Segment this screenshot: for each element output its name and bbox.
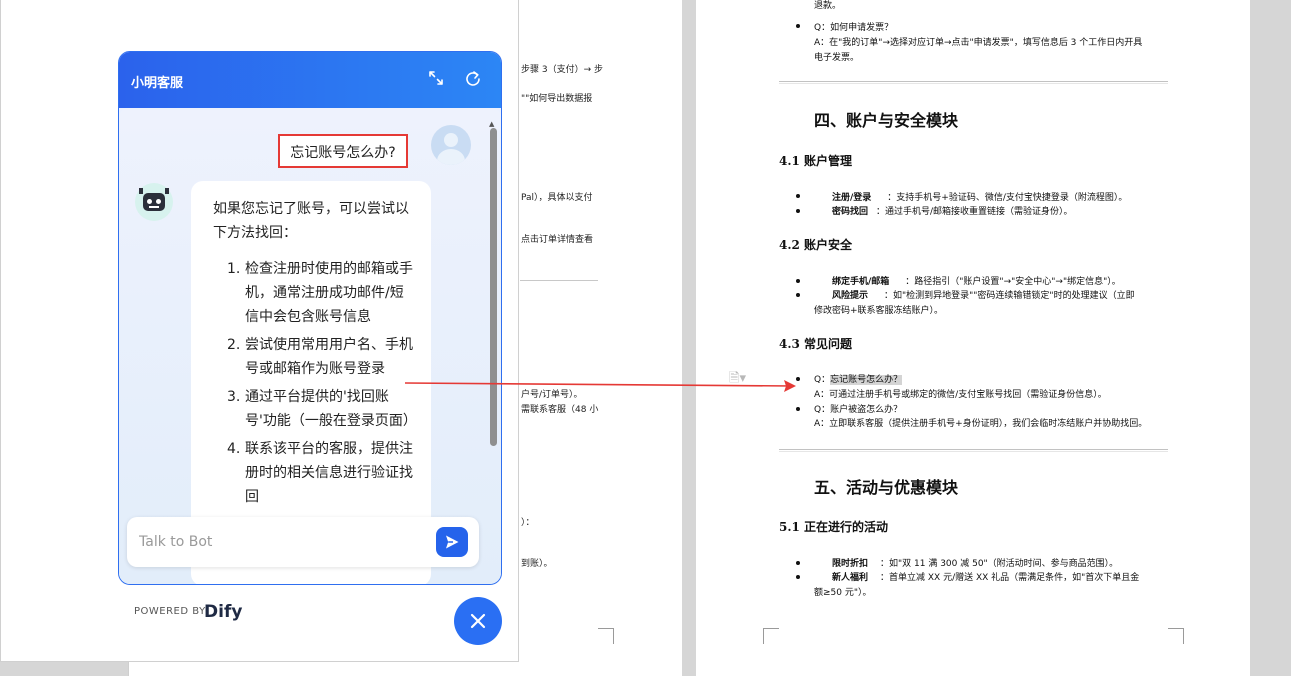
bullet bbox=[796, 194, 800, 198]
send-icon bbox=[446, 535, 459, 549]
doc-snippet: Pal），具体以支付 bbox=[521, 193, 593, 203]
chat-input-box bbox=[127, 517, 479, 567]
bullet bbox=[796, 24, 800, 28]
doc-line: 注册/登录 ：支持手机号+验证码、微信/支付宝快捷登录（附流程图）。 bbox=[832, 193, 1128, 203]
subsection-heading: 4.3 常见问题 bbox=[779, 337, 853, 351]
list-item: 4. 联系该平台的客服，提供注册时的相关信息进行验证找回 bbox=[227, 441, 413, 505]
doc-line: 电子发票。 bbox=[814, 53, 860, 63]
doc-snippet: 需联系客服（48 小 bbox=[521, 405, 599, 415]
doc-snippet: ""如何导出数据报 bbox=[521, 94, 593, 104]
doc-line: 限时折扣 ：如"双 11 满 300 减 50"（附活动时间、参与商品范围）。 bbox=[832, 559, 1119, 569]
doc-snippet: ）： bbox=[521, 518, 535, 528]
send-button[interactable] bbox=[436, 527, 468, 557]
subsection-heading: 5.1 正在进行的活动 bbox=[779, 520, 889, 534]
faq-question: Q：忘记账号怎么办？ bbox=[814, 375, 903, 385]
chat-title: 小明客服 bbox=[131, 76, 184, 91]
close-chat-button[interactable] bbox=[454, 597, 502, 645]
user-message-bubble: 忘记账号怎么办? bbox=[278, 134, 408, 168]
page-corner-mark bbox=[598, 628, 614, 644]
user-avatar-icon bbox=[431, 125, 471, 165]
doc-line: 退款。 bbox=[814, 1, 842, 11]
doc-line: 修改密码+联系客服冻结账户）。 bbox=[814, 306, 944, 316]
bot-message-intro: 如果您忘记了账号，可以尝试以下方法找回： bbox=[213, 201, 409, 241]
bullet bbox=[796, 293, 800, 297]
list-item: 1. 检查注册时使用的邮箱或手机，通常注册成功邮件/短信中会包含账号信息 bbox=[227, 261, 413, 325]
scrollbar-thumb[interactable] bbox=[490, 128, 497, 446]
doc-snippet: 点击订单详情查看 bbox=[521, 235, 594, 245]
doc-snippet: 户号/订单号）。 bbox=[521, 390, 583, 400]
faq-answer: A：可通过注册手机号或绑定的微信/支付宝账号找回（需验证身份信息）。 bbox=[814, 390, 1107, 400]
doc-line: 新人福利 ：首单立减 XX 元/赠送 XX 礼品（需满足条件，如"首次下单且金 bbox=[832, 573, 1140, 583]
divider bbox=[520, 280, 598, 282]
scroll-up-icon[interactable]: ▲ bbox=[489, 120, 494, 128]
chat-input[interactable] bbox=[139, 531, 419, 553]
close-icon bbox=[470, 613, 486, 629]
powered-by-label: POWERED BY bbox=[134, 606, 206, 617]
bullet bbox=[796, 377, 800, 381]
user-message-text: 忘记账号怎么办? bbox=[290, 145, 396, 161]
bot-avatar-icon bbox=[135, 183, 173, 221]
subsection-heading: 4.2 账户安全 bbox=[779, 238, 853, 252]
section-heading: 五、活动与优惠模块 bbox=[814, 478, 959, 497]
section-divider bbox=[779, 81, 1168, 84]
expand-icon[interactable] bbox=[428, 70, 444, 91]
refresh-icon[interactable] bbox=[464, 70, 482, 93]
chat-header: 小明客服 bbox=[119, 52, 501, 108]
faq-answer: A：立即联系客服（提供注册手机号+身份证明），我们会临时冻结账户并协助找回。 bbox=[814, 419, 1148, 429]
bullet bbox=[796, 209, 800, 213]
section-heading: 四、账户与安全模块 bbox=[814, 111, 959, 130]
dify-logo: Dify bbox=[204, 602, 243, 622]
list-item: 3. 通过平台提供的'找回账号'功能（一般在登录页面） bbox=[227, 389, 417, 429]
bot-step-list: 1. 检查注册时使用的邮箱或手机，通常注册成功邮件/短信中会包含账号信息 2. 尝试… bbox=[213, 257, 417, 513]
chat-scrollbar[interactable]: ▲ bbox=[488, 120, 498, 584]
doc-line: A：在"我的订单"→选择对应订单→点击"申请发票"，填写信息后 3 个工作日内开… bbox=[814, 38, 1143, 48]
list-item: 2. 尝试使用常用用户名、手机号或邮箱作为账号登录 bbox=[227, 337, 413, 377]
faq-question: Q：账户被盗怎么办？ bbox=[814, 405, 903, 415]
chat-window: 小明客服 忘记账号怎么办? 如果您忘记了账号，可以尝试以下方法找回： 1. 检查注… bbox=[118, 51, 502, 585]
document-icon[interactable]: 🗎▾ bbox=[729, 369, 746, 391]
doc-line: 风险提示 ：如"检测到异地登录""密码连续输错锁定"时的处理建议（立即 bbox=[832, 291, 1135, 301]
bullet bbox=[796, 575, 800, 579]
doc-line: 绑定手机/邮箱 ：路径指引（"账户设置"→"安全中心"→"绑定信息"）。 bbox=[832, 277, 1121, 287]
doc-snippet: 到账）。 bbox=[521, 559, 553, 569]
page-corner-mark bbox=[763, 628, 779, 644]
bullet bbox=[796, 407, 800, 411]
bullet bbox=[796, 561, 800, 565]
doc-line: Q：如何申请发票？ bbox=[814, 23, 894, 33]
doc-line: 密码找回 ：通过手机号/邮箱接收重置链接（需验证身份）。 bbox=[832, 207, 1073, 217]
doc-snippet: 步骤 3（支付）→ 步 bbox=[521, 65, 603, 75]
workspace-background-right bbox=[1250, 0, 1291, 676]
doc-line: 额≥50 元"）。 bbox=[814, 588, 872, 598]
subsection-heading: 4.1 账户管理 bbox=[779, 154, 853, 168]
page-corner-mark bbox=[1168, 628, 1184, 644]
section-divider bbox=[779, 449, 1168, 452]
bullet bbox=[796, 279, 800, 283]
